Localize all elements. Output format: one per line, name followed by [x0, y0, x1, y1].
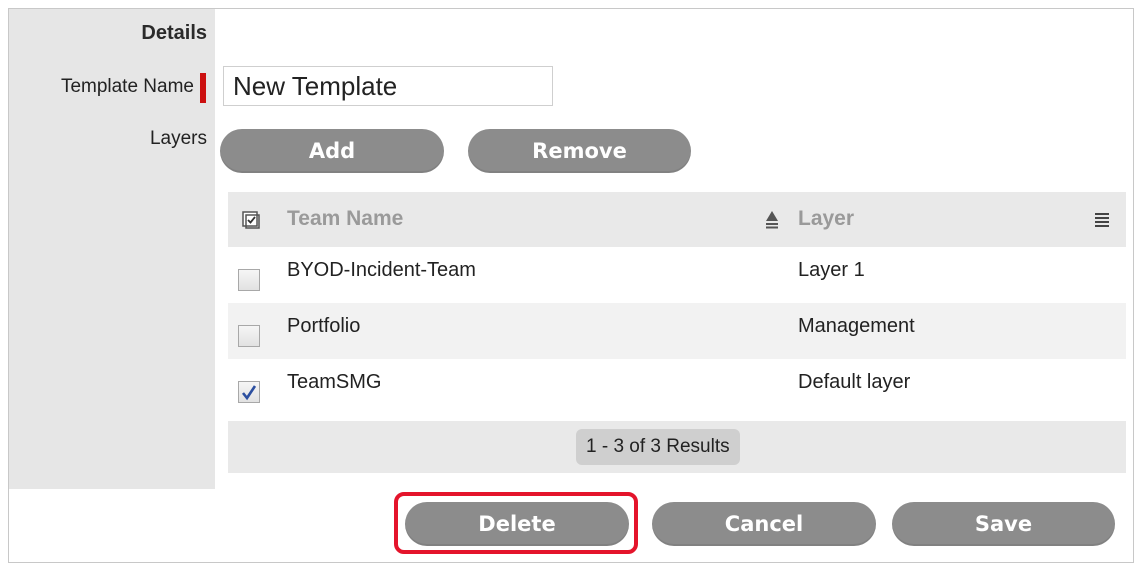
checkmark-icon [241, 385, 257, 401]
delete-highlight-outline [394, 492, 638, 554]
layers-label: Layers [149, 128, 207, 149]
row-checkbox[interactable] [238, 325, 260, 347]
add-layer-button[interactable]: Add [220, 129, 444, 173]
required-indicator [200, 73, 206, 103]
template-name-input[interactable] [223, 66, 553, 106]
table-header: Team Name Layer [228, 192, 1126, 247]
select-all-icon[interactable] [242, 211, 260, 229]
cancel-button[interactable]: Cancel [652, 502, 876, 546]
column-header-layer[interactable]: Layer [798, 207, 854, 231]
table-row[interactable]: BYOD-Incident-Team Layer 1 [228, 247, 1126, 303]
table-row[interactable]: TeamSMG Default layer [228, 359, 1126, 415]
row-checkbox[interactable] [238, 269, 260, 291]
results-count: 1 - 3 of 3 Results [576, 429, 740, 465]
team-layer-table: Team Name Layer BYOD-Incident-Team Layer… [228, 192, 1126, 473]
section-title: Details [141, 22, 207, 44]
column-header-team-name[interactable]: Team Name [287, 207, 403, 231]
save-button[interactable]: Save [892, 502, 1115, 546]
team-name-cell: TeamSMG [287, 371, 382, 393]
layer-cell: Layer 1 [798, 259, 865, 281]
column-menu-icon[interactable] [1094, 212, 1110, 228]
table-row[interactable]: Portfolio Management [228, 303, 1126, 359]
team-name-cell: BYOD-Incident-Team [287, 259, 476, 281]
team-name-cell: Portfolio [287, 315, 361, 337]
layer-cell: Management [798, 315, 915, 337]
row-checkbox-checked[interactable] [238, 381, 260, 403]
sort-ascending-icon[interactable] [763, 209, 781, 229]
remove-layer-button[interactable]: Remove [468, 129, 691, 173]
pagination-bar: 1 - 3 of 3 Results [228, 421, 1126, 473]
template-name-label: Template Name [60, 76, 194, 97]
layer-cell: Default layer [798, 371, 911, 393]
